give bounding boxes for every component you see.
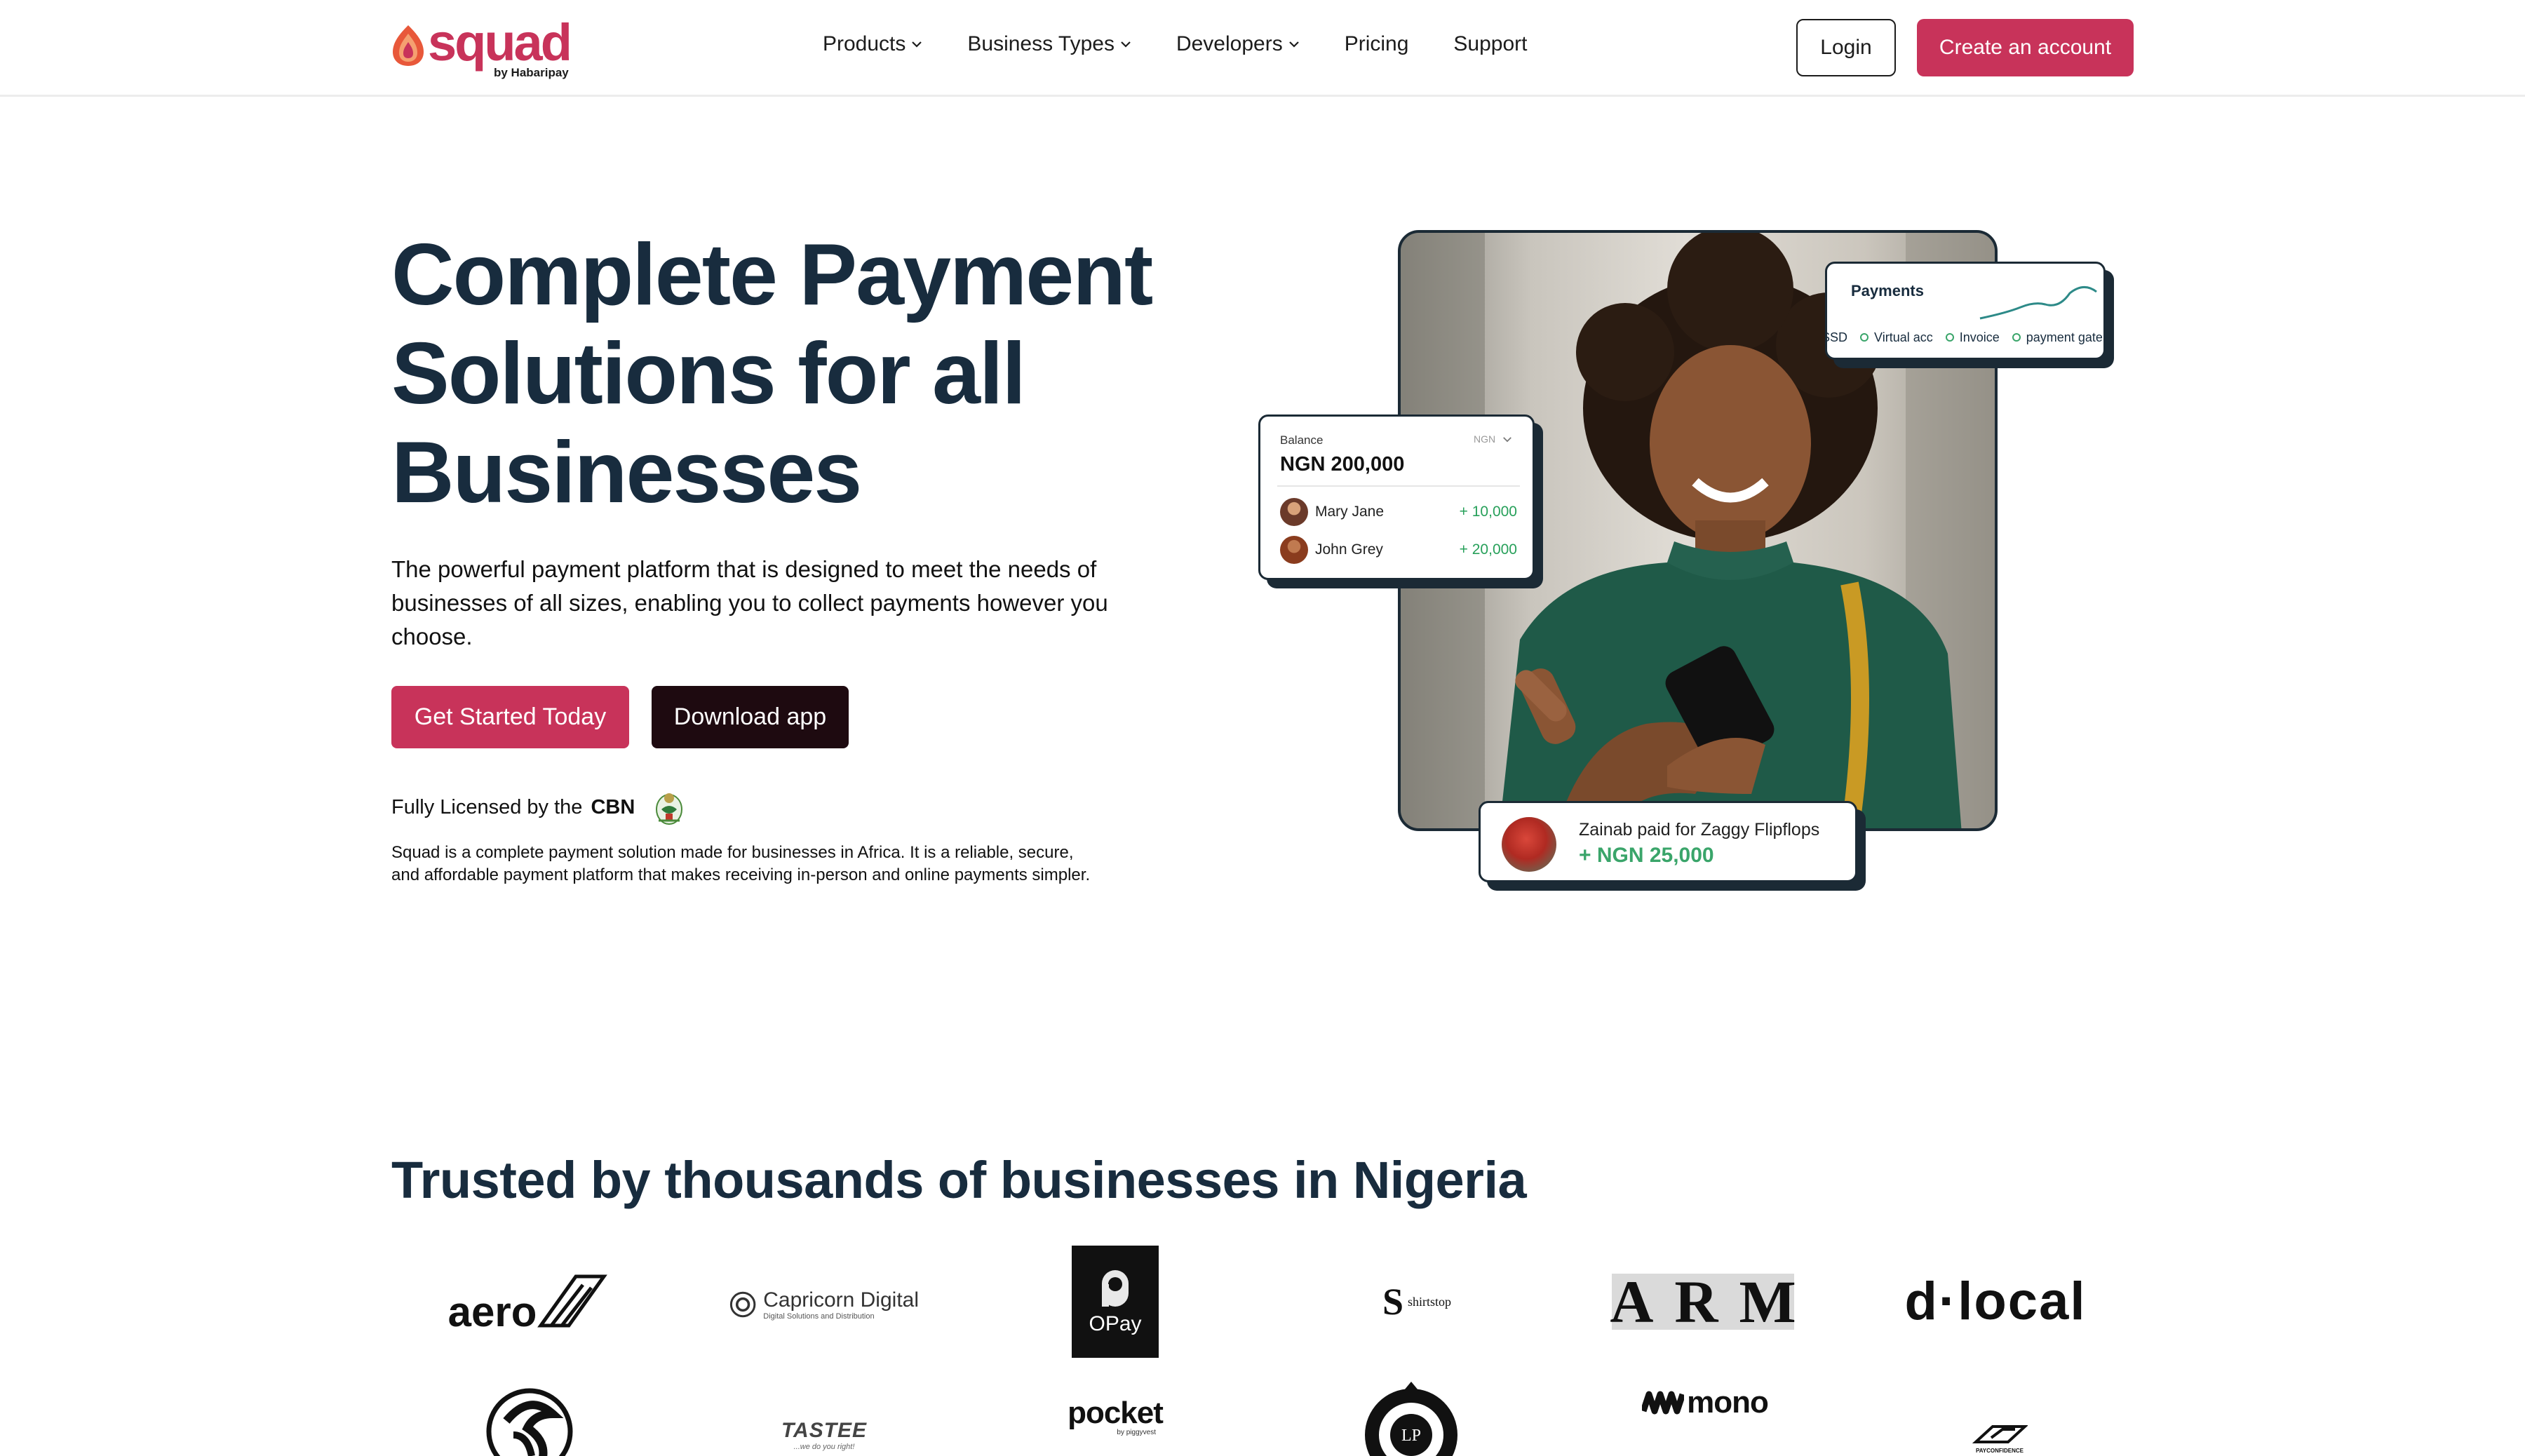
login-button[interactable]: Login (1796, 19, 1896, 76)
notification-amount: + NGN 25,000 (1579, 844, 1714, 867)
balance-label: Balance (1280, 433, 1324, 447)
nav-item-label: Business Types (967, 32, 1115, 55)
product-thumbnail (1502, 817, 1556, 872)
payments-legend: SSD Virtual acc Invoice payment gate (1827, 327, 2105, 348)
opay-mark (1102, 1270, 1129, 1307)
capricorn-mark (729, 1291, 756, 1318)
squad-logo-icon (393, 25, 424, 66)
payments-trend-line (1979, 286, 2097, 320)
lagos-polo-club-logo: LP (1361, 1379, 1462, 1456)
create-account-button[interactable]: Create an account (1917, 19, 2134, 76)
nav-item-developers[interactable]: Developers (1176, 32, 1300, 56)
payments-card-title: Payments (1851, 282, 1924, 299)
nav-links: Products Business Types Developers Prici… (823, 32, 1527, 56)
nav-item-label: Products (823, 32, 906, 55)
swan-logo (484, 1386, 575, 1456)
mono-mark (1642, 1391, 1685, 1415)
avatar (1280, 536, 1308, 564)
nav-item-products[interactable]: Products (823, 32, 922, 56)
avatar (1280, 498, 1308, 526)
dlocal-logo: d·local (1904, 1271, 2087, 1331)
license-org: CBN (591, 795, 635, 818)
payconfidence-logo: PAYCONFIDENCE (1961, 1420, 2038, 1456)
trusted-heading: Trusted by thousands of businesses in Ni… (391, 1151, 1527, 1209)
balance-card: Balance NGN NGN 200,000 Mary Jane + 10,0… (1258, 414, 1535, 580)
legend-item: Virtual acc (1860, 330, 1933, 345)
nav-item-business-types[interactable]: Business Types (967, 32, 1131, 56)
transaction-row: Mary Jane + 10,000 (1280, 498, 1517, 526)
license-note: Fully Licensed by the CBN (391, 788, 685, 826)
pocket-logo: pocket by piggyvest (1068, 1395, 1164, 1436)
nav-item-label: Pricing (1344, 32, 1409, 55)
opay-logo: OPay (1072, 1246, 1159, 1358)
get-started-button[interactable]: Get Started Today (391, 686, 629, 748)
currency-select[interactable]: NGN (1474, 433, 1512, 445)
svg-text:LP: LP (1401, 1427, 1421, 1445)
download-app-button[interactable]: Download app (652, 686, 849, 748)
swan-mark (486, 1388, 573, 1456)
polo-club-crest: LP (1365, 1382, 1457, 1456)
capricorn-digital-logo: Capricorn Digital Digital Solutions and … (729, 1276, 919, 1333)
chevron-down-icon (1288, 41, 1299, 48)
top-navbar: squad by Habaripay Products Business Typ… (0, 0, 2525, 97)
nav-item-support[interactable]: Support (1453, 32, 1527, 56)
tastee-logo: TASTEE ...we do you right! (781, 1419, 868, 1451)
balance-amount: NGN 200,000 (1280, 453, 1405, 476)
aero-logo: aero (435, 1262, 624, 1340)
mono-logo: mono (1638, 1383, 1772, 1422)
chevron-down-icon (1121, 41, 1131, 48)
transaction-row: John Grey + 20,000 (1280, 536, 1517, 564)
nav-item-label: Support (1453, 32, 1528, 55)
chevron-down-icon (1503, 436, 1511, 442)
divider (1277, 485, 1520, 487)
shirtstop-logo: S shirtstop (1382, 1281, 1452, 1323)
hero-small-text: Squad is a complete payment solution mad… (391, 843, 1091, 884)
aero-wing-mark (537, 1274, 608, 1328)
nav-item-pricing[interactable]: Pricing (1345, 32, 1409, 56)
nav-item-label: Developers (1176, 32, 1283, 55)
legend-item: payment gate (2012, 330, 2103, 345)
arm-logo: ARM (1610, 1268, 1817, 1335)
brand-subtitle: by Habaripay (494, 66, 569, 79)
payments-card: Payments SSD Virtual acc Invoice payment… (1825, 262, 2106, 360)
payconfidence-mark (1972, 1424, 2028, 1443)
hero-description: The powerful payment platform that is de… (391, 556, 1108, 649)
squad-logo[interactable]: squad by Habaripay (391, 13, 572, 81)
license-prefix: Fully Licensed by the (391, 795, 583, 818)
legend-item: Invoice (1945, 330, 2000, 345)
legend-item: SSD (1827, 330, 1848, 344)
brand-name: squad (428, 13, 572, 72)
payment-notification: Zainab paid for Zaggy Flipflops + NGN 25… (1479, 801, 1857, 882)
chevron-down-icon (912, 41, 922, 48)
notification-text: Zainab paid for Zaggy Flipflops (1579, 820, 1820, 840)
cbn-seal-icon (656, 793, 683, 825)
hero-title: Complete Payment Solutions for all Busin… (391, 227, 1153, 521)
